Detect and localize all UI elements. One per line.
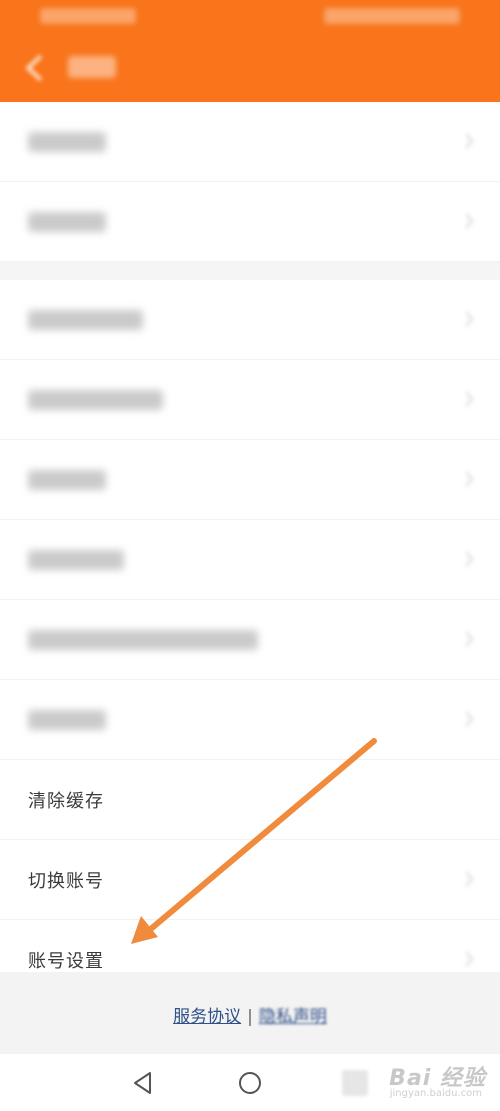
settings-row-label-blurred xyxy=(28,470,106,490)
settings-row-6[interactable] xyxy=(0,520,500,600)
footer: 服务协议 | 隐私声明 xyxy=(0,972,500,1054)
settings-row-label-blurred xyxy=(28,630,258,650)
watermark-url: jingyan.baidu.com xyxy=(389,1088,482,1099)
chevron-right-icon xyxy=(464,212,474,230)
triangle-back-icon[interactable] xyxy=(130,1070,156,1096)
clear-cache-row[interactable]: 清除缓存 xyxy=(0,760,500,840)
settings-row-label-blurred xyxy=(28,710,106,730)
chevron-right-icon xyxy=(464,310,474,328)
app-header xyxy=(0,0,500,102)
privacy-statement-link[interactable]: 隐私声明 xyxy=(259,1007,327,1027)
footer-separator: | xyxy=(247,1007,253,1027)
service-agreement-link[interactable]: 服务协议 xyxy=(173,1007,241,1027)
section-divider xyxy=(0,262,500,280)
footer-links: 服务协议 | 隐私声明 xyxy=(0,1002,500,1027)
switch-account-label: 切换账号 xyxy=(28,871,104,892)
settings-row-5[interactable] xyxy=(0,440,500,520)
settings-row-8[interactable] xyxy=(0,680,500,760)
settings-row-label-blurred xyxy=(28,212,106,232)
settings-row-7[interactable] xyxy=(0,600,500,680)
status-bar-left-blurred xyxy=(40,8,136,24)
chevron-right-icon xyxy=(464,950,474,968)
chevron-right-icon xyxy=(464,630,474,648)
settings-row-2[interactable] xyxy=(0,182,500,262)
settings-row-label-blurred xyxy=(28,390,163,410)
chevron-right-icon xyxy=(464,870,474,888)
settings-row-1[interactable] xyxy=(0,102,500,182)
status-bar-right-blurred xyxy=(324,8,460,24)
chevron-right-icon xyxy=(464,550,474,568)
square-recent-icon[interactable] xyxy=(342,1070,368,1096)
chevron-right-icon xyxy=(464,710,474,728)
clear-cache-label: 清除缓存 xyxy=(28,791,104,812)
chevron-right-icon xyxy=(464,470,474,488)
back-arrow-icon[interactable] xyxy=(22,54,48,82)
navigation-bar xyxy=(0,40,500,96)
settings-row-label-blurred xyxy=(28,550,124,570)
settings-row-label-blurred xyxy=(28,132,106,152)
settings-row-3[interactable] xyxy=(0,280,500,360)
switch-account-row[interactable]: 切换账号 xyxy=(0,840,500,920)
account-settings-label: 账号设置 xyxy=(28,951,104,972)
settings-list: 清除缓存 切换账号 账号设置 xyxy=(0,102,500,1000)
system-navigation-bar: Bai 经验 jingyan.baidu.com xyxy=(0,1054,500,1111)
settings-row-4[interactable] xyxy=(0,360,500,440)
status-bar xyxy=(0,0,500,36)
page-title-blurred xyxy=(68,56,116,78)
circle-home-icon[interactable] xyxy=(237,1070,263,1096)
settings-screen: 清除缓存 切换账号 账号设置 服务协议 | 隐私声明 Bai 经验 jingyan.… xyxy=(0,0,500,1111)
chevron-right-icon xyxy=(464,132,474,150)
chevron-right-icon xyxy=(464,390,474,408)
settings-row-label-blurred xyxy=(28,310,143,330)
